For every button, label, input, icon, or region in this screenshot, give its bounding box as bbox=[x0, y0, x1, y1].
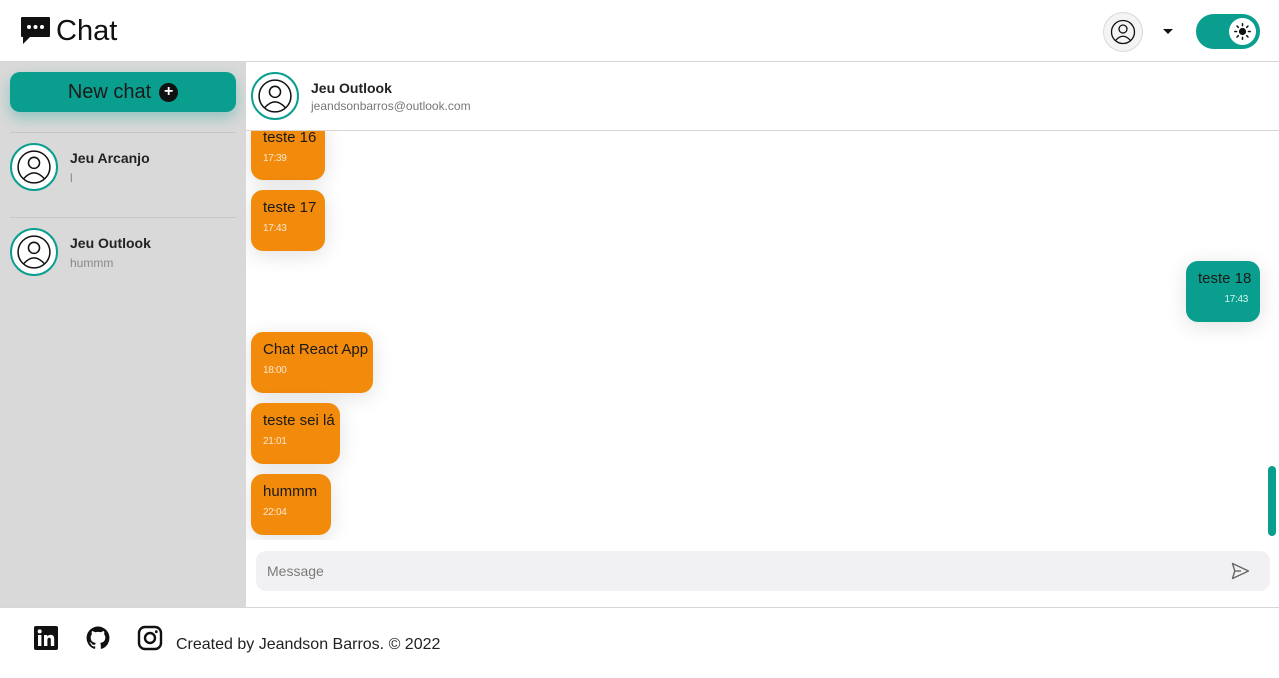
message-bubble-incoming: teste sei lá 21:01 bbox=[251, 403, 340, 464]
message-time: 18:00 bbox=[263, 365, 287, 376]
sidebar: New chat + Jeu Arcanjo l Jeu Outlook hum… bbox=[0, 62, 246, 607]
message-time: 17:43 bbox=[1224, 294, 1248, 305]
message-time: 21:01 bbox=[263, 436, 287, 447]
message-composer bbox=[256, 551, 1270, 591]
chat-bubble-icon bbox=[21, 17, 50, 44]
conversation-header: Jeu Outlook jeandsonbarros@outlook.com bbox=[246, 62, 1279, 131]
contact-name: Jeu Arcanjo bbox=[70, 150, 150, 166]
linkedin-icon[interactable] bbox=[33, 625, 59, 651]
user-circle-icon bbox=[17, 235, 51, 269]
sun-icon bbox=[1234, 23, 1251, 40]
message-text: teste 16 bbox=[263, 131, 317, 146]
message-text: Chat React App bbox=[263, 341, 369, 358]
message-scrollbar[interactable] bbox=[1268, 466, 1276, 536]
contact-name: Jeu Outlook bbox=[70, 235, 151, 251]
conversation-contact-email: jeandsonbarros@outlook.com bbox=[311, 99, 471, 113]
contact-item[interactable]: Jeu Arcanjo l bbox=[10, 132, 236, 217]
app-title: Chat bbox=[56, 15, 118, 47]
github-icon[interactable] bbox=[85, 625, 111, 651]
message-bubble-outgoing: teste 18 17:43 bbox=[1186, 261, 1260, 322]
caret-down-icon[interactable] bbox=[1163, 29, 1173, 34]
message-text: teste 17 bbox=[263, 199, 317, 216]
app-header: Chat bbox=[0, 0, 1279, 62]
plus-icon: + bbox=[159, 82, 179, 102]
message-text: teste 18 bbox=[1198, 270, 1252, 287]
message-time: 17:39 bbox=[263, 153, 287, 164]
conversation-contact-name: Jeu Outlook bbox=[311, 80, 392, 96]
footer-credit: Created by Jeandson Barros. © 2022 bbox=[176, 636, 441, 653]
new-chat-label: New chat bbox=[67, 80, 152, 103]
message-bubble-incoming: hummm 22:04 bbox=[251, 474, 331, 535]
new-chat-button[interactable]: New chat + bbox=[10, 72, 236, 112]
contact-last-message: l bbox=[70, 171, 73, 185]
instagram-icon[interactable] bbox=[137, 625, 163, 651]
message-input[interactable] bbox=[256, 551, 1216, 591]
user-circle-icon bbox=[258, 79, 292, 113]
send-icon[interactable] bbox=[1231, 562, 1250, 580]
avatar bbox=[10, 228, 58, 276]
message-bubble-incoming: teste 17 17:43 bbox=[251, 190, 325, 251]
message-text: hummm bbox=[263, 483, 318, 500]
toggle-knob bbox=[1229, 18, 1256, 45]
message-time: 17:43 bbox=[263, 223, 287, 234]
message-bubble-incoming: Chat React App 18:00 bbox=[251, 332, 373, 393]
app-logo: Chat bbox=[20, 16, 117, 46]
app-footer: Created by Jeandson Barros. © 2022 bbox=[0, 607, 1279, 678]
avatar bbox=[10, 143, 58, 191]
account-button[interactable] bbox=[1103, 12, 1143, 52]
theme-toggle[interactable] bbox=[1196, 14, 1260, 49]
message-text: teste sei lá bbox=[263, 412, 335, 429]
contact-last-message: hummm bbox=[70, 256, 114, 270]
message-list[interactable]: teste 16 17:39 teste 17 17:43 teste 18 1… bbox=[246, 131, 1279, 540]
user-circle-icon bbox=[17, 150, 51, 184]
message-bubble-incoming: teste 16 17:39 bbox=[251, 131, 325, 180]
message-time: 22:04 bbox=[263, 507, 287, 518]
avatar bbox=[251, 72, 299, 120]
user-circle-icon bbox=[1110, 19, 1136, 45]
contact-item[interactable]: Jeu Outlook hummm bbox=[10, 217, 236, 302]
